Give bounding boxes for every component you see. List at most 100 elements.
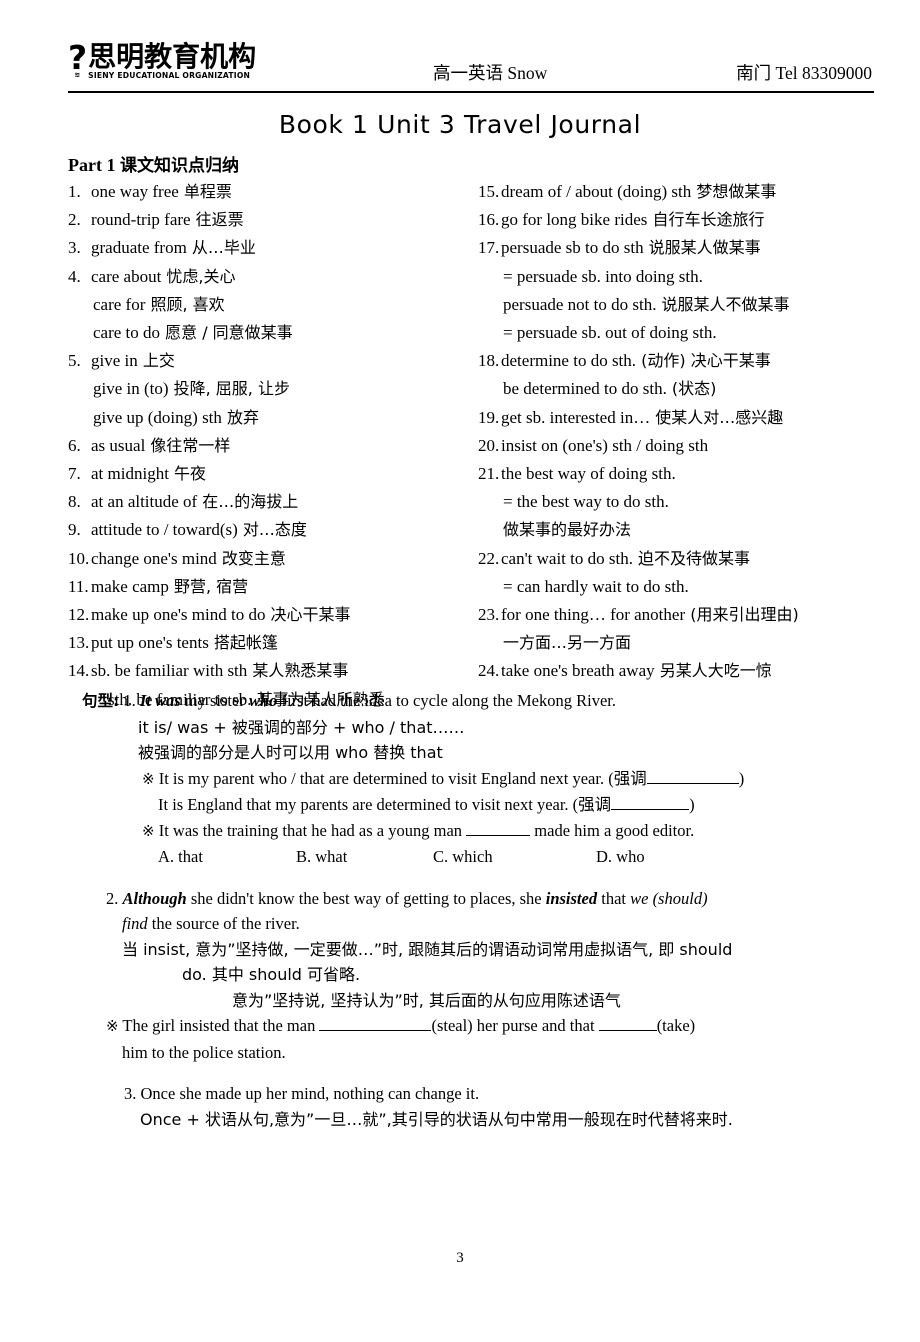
vocabulary-entry-english: care about — [91, 266, 162, 286]
pattern-2-example-blank-1[interactable] — [319, 1030, 432, 1031]
vocabulary-entry-number: 24. — [478, 661, 500, 681]
pattern-2-emphasis-a: Although — [122, 888, 187, 908]
vocabulary-entry-chinese: 另某人大吃一惊 — [654, 661, 772, 681]
vocabulary-entry: 7. at midnight 午夜 — [68, 460, 468, 488]
vocabulary-entry: care to do 愿意 / 同意做某事 — [68, 319, 468, 347]
pattern-2-example-text-d: him to the police station. — [122, 1042, 286, 1062]
vocabulary-entry: 15. dream of / about (doing) sth 梦想做某事 — [478, 178, 908, 206]
vocabulary-entry: 13. put up one's tents 搭起帐篷 — [68, 629, 468, 657]
vocabulary-entry: = persuade sb. out of doing sth. — [478, 319, 908, 347]
pattern-1-example-3-text-a: It was the training that he had as a you… — [158, 820, 467, 840]
vocabulary-entry-number: 19. — [478, 407, 500, 427]
vocabulary-entry-number: 21. — [478, 464, 500, 484]
pattern-2-example-text-a: The girl insisted that the man — [122, 1016, 320, 1035]
choice-a[interactable]: A. that — [158, 844, 296, 870]
vocabulary-entry-english: attitude to / toward(s) — [91, 520, 238, 540]
vocabulary-entry-english: be determined to do sth. — [503, 379, 667, 399]
pattern-2-sentence-cont: find the source of the river. — [82, 911, 896, 937]
vocabulary-entry-number: 5. — [68, 351, 81, 371]
pattern-1-example-1-blank[interactable] — [646, 782, 739, 784]
vocabulary-entry-english: get sb. interested in… — [501, 407, 651, 427]
vocabulary-column-left: 1. one way free 单程票 2. round-trip fare 往返票 3… — [68, 178, 468, 714]
vocabulary-entry: 20. insist on (one's) sth / doing sth — [478, 432, 908, 460]
vocabulary-entry: 17. persuade sb to do sth 说服某人做某事 — [478, 234, 908, 262]
vocabulary-entry-english: sb. be familiar with sth — [91, 661, 248, 681]
vocabulary-entry: 3. graduate from 从…毕业 — [68, 234, 468, 262]
vocabulary-entry-number: 13. — [68, 633, 90, 653]
vocabulary-entry-english: determine to do sth. — [501, 351, 637, 371]
vocabulary-entry-number: 7. — [68, 464, 81, 484]
pattern-1-example-1-text: It is my parent who / that are determine… — [158, 768, 647, 788]
page-title: Book 1 Unit 3 Travel Journal — [278, 110, 642, 139]
vocabulary-entry-chinese: 某事为某人所熟悉 — [251, 689, 385, 709]
pattern-1-example-2-blank[interactable] — [611, 809, 690, 810]
vocabulary-entry-number: 6. — [68, 435, 81, 455]
vocabulary-entry-chinese: 放弃 — [221, 407, 259, 427]
pattern-2-example: ※ The girl insisted that the man (steal)… — [82, 1013, 896, 1040]
vocabulary-entry-english: as usual — [91, 435, 146, 455]
pattern-3-note: Once + 状语从句,意为”一旦…就”,其引导的状语从句中常用一般现在时代替将… — [82, 1107, 896, 1133]
choice-d[interactable]: D. who — [596, 844, 645, 870]
vocabulary-entry: care for 照顾, 喜欢 — [68, 291, 468, 319]
vocabulary-entry-number: 18. — [478, 351, 500, 371]
choice-c[interactable]: C. which — [433, 844, 596, 870]
pattern-3-note-text: Once + 状语从句,意为”一旦…就”,其引导的状语从句中常用一般现在时代替将… — [140, 1110, 733, 1129]
vocabulary-entry-chinese: 照顾, 喜欢 — [145, 294, 225, 314]
vocabulary-entry-chinese: 单程票 — [178, 182, 232, 201]
vocabulary-entry-number: 14. — [68, 661, 90, 681]
vocabulary-entry: 14. sb. be familiar with sth 某人熟悉某事 — [68, 657, 468, 685]
pattern-1-example-3-blank[interactable] — [466, 834, 531, 836]
logo-english-name: SIENY EDUCATIONAL ORGANIZATION — [88, 71, 251, 80]
pattern-2-note-2-text: do. 其中 should 可省略. — [182, 965, 361, 984]
sentence-pattern-section: 句型: 1. It was my sister who first had th… — [0, 688, 920, 1133]
vocabulary-entry-english: care for — [93, 294, 146, 314]
vocabulary-entry: 11. make camp 野营, 宿营 — [68, 573, 468, 601]
pattern-1-example-3: ※ It was the training that he had as a y… — [82, 818, 896, 845]
header-course-label: 高一英语 Snow — [433, 63, 548, 83]
vocabulary-entry: be determined to do sth. (状态) — [478, 375, 908, 403]
pattern-2-note-3-text: 意为”坚持说, 坚持认为”时, 其后面的从句应用陈述语气 — [232, 990, 621, 1010]
vocabulary-entry-number: 23. — [478, 605, 500, 625]
vocabulary-entry-english: give up (doing) sth — [93, 407, 222, 427]
logo: ? ≋ 思明教育机构 SIENY EDUCATIONAL ORGANIZATIO… — [68, 41, 256, 81]
vocabulary-entry-chinese: 做某事的最好办法 — [503, 520, 632, 540]
vocabulary-entry-number: 12. — [68, 605, 90, 625]
vocabulary-entry: 22. can't wait to do sth. 迫不及待做某事 — [478, 545, 908, 573]
vocabulary-entry: = can hardly wait to do sth. — [478, 573, 908, 601]
vocabulary-entry: 12. make up one's mind to do 决心干某事 — [68, 601, 468, 629]
vocabulary-entry-number: 20. — [478, 435, 500, 455]
pattern-2-text-g: the source of the river. — [147, 914, 300, 933]
choice-b[interactable]: B. what — [296, 844, 433, 870]
vocabulary-entry-number: 11. — [68, 576, 89, 596]
pattern-1-note: 被强调的部分是人时可以用 who 替换 that — [82, 740, 896, 766]
vocabulary-entry: 9. attitude to / toward(s) 对…态度 — [68, 516, 468, 544]
vocabulary-entry-english: change one's mind — [91, 548, 217, 568]
vocabulary-entry-english: = the best way to do sth. — [503, 492, 669, 512]
pattern-2-example-blank-2[interactable] — [598, 1030, 657, 1031]
vocabulary-entry-chinese: (动作) 决心干某事 — [636, 351, 771, 371]
vocabulary-entry-chinese: 使某人对…感兴趣 — [650, 407, 784, 427]
vocabulary-entry-english: round-trip fare — [91, 210, 191, 230]
pattern-3-number: 3. — [124, 1084, 137, 1103]
vocabulary-entry: = persuade sb. into doing sth. — [478, 263, 908, 291]
vocabulary-column-right: 15. dream of / about (doing) sth 梦想做某事 16.… — [478, 178, 908, 686]
vocabulary-entry-number: 1. — [68, 182, 81, 201]
pattern-2-note-2: do. 其中 should 可省略. — [82, 962, 896, 988]
example-marker-icon: ※ — [142, 821, 155, 840]
vocabulary-entry-chinese: 自行车长途旅行 — [647, 210, 765, 230]
vocabulary-entry: give in (to) 投降, 屈服, 让步 — [68, 375, 468, 403]
logo-text: 思明教育机构 SIENY EDUCATIONAL ORGANIZATION — [88, 42, 256, 81]
vocabulary-entry-chinese: 说服某人不做某事 — [656, 294, 790, 314]
vocabulary-entry-english: go for long bike rides — [501, 210, 648, 230]
pattern-1-example-2: It is England that my parents are determ… — [82, 792, 896, 818]
header-divider — [68, 91, 874, 93]
vocabulary-entry-chinese: 愿意 / 同意做某事 — [160, 323, 293, 343]
vocabulary-entry-number: 2. — [68, 210, 81, 230]
vocabulary-entry-english: at midnight — [91, 464, 169, 484]
vocabulary-entry-chinese: 迫不及待做某事 — [632, 548, 751, 568]
logo-chinese-name: 思明教育机构 — [88, 40, 257, 73]
vocabulary-entry: 5. give in 上交 — [68, 347, 468, 375]
pattern-2-italic-e: we (should) — [630, 888, 708, 908]
part-heading: Part 1 课文知识点归纳 — [68, 151, 920, 176]
